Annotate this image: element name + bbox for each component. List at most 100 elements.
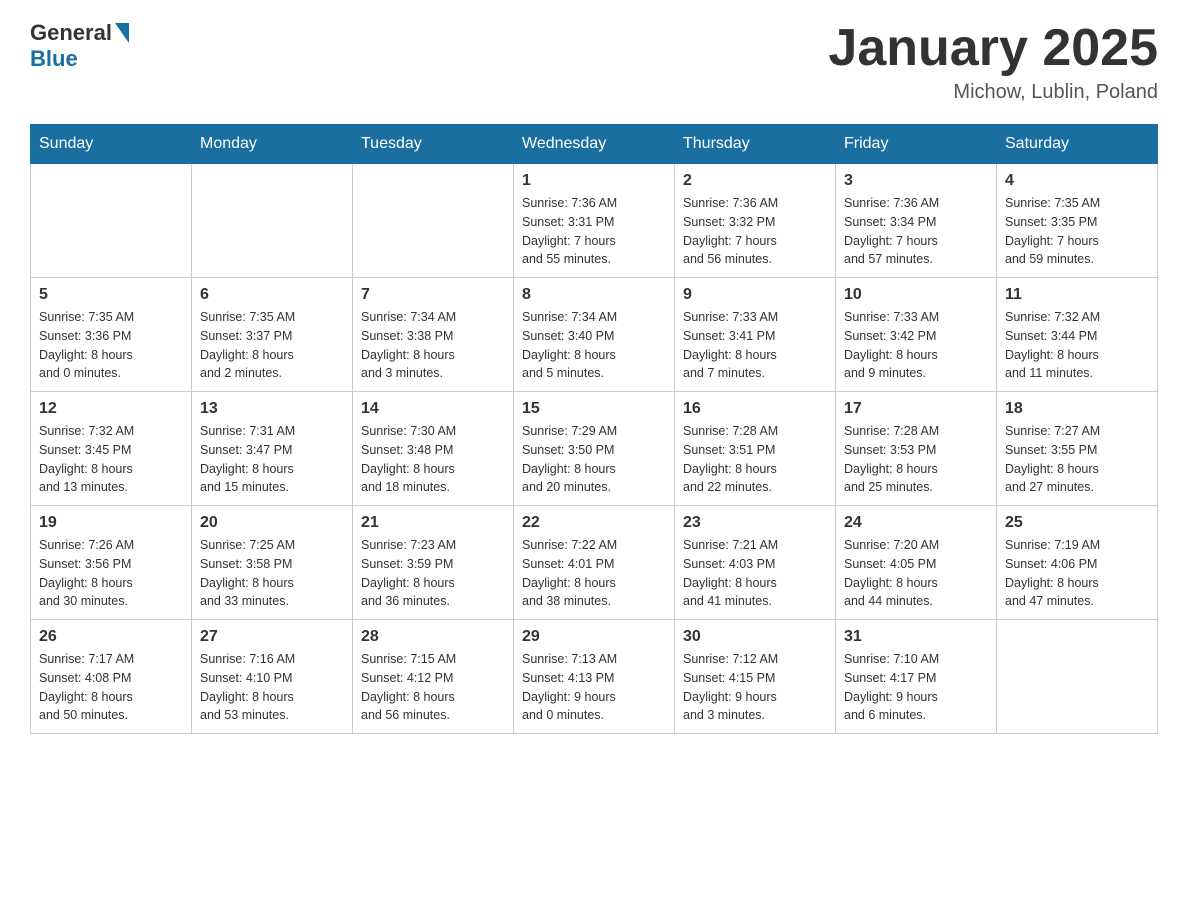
day-number: 20 [200, 514, 344, 532]
calendar-cell: 10 Sunrise: 7:33 AMSunset: 3:42 PMDayligh… [836, 278, 997, 392]
day-number: 27 [200, 628, 344, 646]
day-info: Sunrise: 7:12 AMSunset: 4:15 PMDaylight:… [683, 650, 827, 725]
day-number: 4 [1005, 172, 1149, 190]
calendar-week-5: 26 Sunrise: 7:17 AMSunset: 4:08 PMDayligh… [31, 620, 1158, 734]
day-number: 12 [39, 400, 183, 418]
day-number: 14 [361, 400, 505, 418]
day-info: Sunrise: 7:29 AMSunset: 3:50 PMDaylight:… [522, 422, 666, 497]
day-number: 30 [683, 628, 827, 646]
col-header-monday: Monday [192, 125, 353, 164]
calendar-cell: 31 Sunrise: 7:10 AMSunset: 4:17 PMDayligh… [836, 620, 997, 734]
calendar-cell: 16Sunrise: 7:28 AMSunset: 3:51 PMDayligh… [675, 392, 836, 506]
day-number: 1 [522, 172, 666, 190]
calendar-cell: 3 Sunrise: 7:36 AMSunset: 3:34 PMDaylight… [836, 164, 997, 278]
day-info: Sunrise: 7:23 AMSunset: 3:59 PMDaylight:… [361, 536, 505, 611]
day-number: 9 [683, 286, 827, 304]
day-number: 21 [361, 514, 505, 532]
day-info: Sunrise: 7:36 AMSunset: 3:32 PMDaylight:… [683, 194, 827, 269]
calendar-cell: 17Sunrise: 7:28 AMSunset: 3:53 PMDayligh… [836, 392, 997, 506]
col-header-sunday: Sunday [31, 125, 192, 164]
day-info: Sunrise: 7:31 AMSunset: 3:47 PMDaylight:… [200, 422, 344, 497]
logo-general-text: General [30, 20, 112, 46]
day-number: 10 [844, 286, 988, 304]
day-number: 11 [1005, 286, 1149, 304]
day-info: Sunrise: 7:35 AMSunset: 3:35 PMDaylight:… [1005, 194, 1149, 269]
logo-blue-text: Blue [30, 46, 78, 72]
day-number: 31 [844, 628, 988, 646]
day-number: 15 [522, 400, 666, 418]
day-info: Sunrise: 7:36 AMSunset: 3:31 PMDaylight:… [522, 194, 666, 269]
location-text: Michow, Lublin, Poland [828, 81, 1158, 104]
col-header-saturday: Saturday [997, 125, 1158, 164]
title-block: January 2025 Michow, Lublin, Poland [828, 20, 1158, 104]
day-number: 3 [844, 172, 988, 190]
calendar-cell [353, 164, 514, 278]
day-info: Sunrise: 7:35 AMSunset: 3:37 PMDaylight:… [200, 308, 344, 383]
day-info: Sunrise: 7:33 AMSunset: 3:42 PMDaylight:… [844, 308, 988, 383]
calendar-cell: 1 Sunrise: 7:36 AMSunset: 3:31 PMDaylight… [514, 164, 675, 278]
day-info: Sunrise: 7:17 AMSunset: 4:08 PMDaylight:… [39, 650, 183, 725]
day-info: Sunrise: 7:33 AMSunset: 3:41 PMDaylight:… [683, 308, 827, 383]
col-header-thursday: Thursday [675, 125, 836, 164]
col-header-tuesday: Tuesday [353, 125, 514, 164]
calendar-cell: 13 Sunrise: 7:31 AMSunset: 3:47 PMDayligh… [192, 392, 353, 506]
calendar-cell: 30 Sunrise: 7:12 AMSunset: 4:15 PMDayligh… [675, 620, 836, 734]
calendar-cell [997, 620, 1158, 734]
calendar-cell: 27 Sunrise: 7:16 AMSunset: 4:10 PMDayligh… [192, 620, 353, 734]
day-info: Sunrise: 7:30 AMSunset: 3:48 PMDaylight:… [361, 422, 505, 497]
day-number: 29 [522, 628, 666, 646]
day-number: 16 [683, 400, 827, 418]
calendar-cell: 23Sunrise: 7:21 AMSunset: 4:03 PMDayligh… [675, 506, 836, 620]
day-info: Sunrise: 7:28 AMSunset: 3:53 PMDaylight:… [844, 422, 988, 497]
calendar-header-row: SundayMondayTuesdayWednesdayThursdayFrid… [31, 125, 1158, 164]
day-number: 18 [1005, 400, 1149, 418]
calendar-cell: 29 Sunrise: 7:13 AMSunset: 4:13 PMDayligh… [514, 620, 675, 734]
page-header: General Blue January 2025 Michow, Lublin… [30, 20, 1158, 104]
day-info: Sunrise: 7:19 AMSunset: 4:06 PMDaylight:… [1005, 536, 1149, 611]
day-number: 8 [522, 286, 666, 304]
calendar-cell: 26 Sunrise: 7:17 AMSunset: 4:08 PMDayligh… [31, 620, 192, 734]
calendar-cell: 19 Sunrise: 7:26 AMSunset: 3:56 PMDayligh… [31, 506, 192, 620]
day-number: 25 [1005, 514, 1149, 532]
day-info: Sunrise: 7:27 AMSunset: 3:55 PMDaylight:… [1005, 422, 1149, 497]
calendar-cell: 20 Sunrise: 7:25 AMSunset: 3:58 PMDayligh… [192, 506, 353, 620]
day-info: Sunrise: 7:13 AMSunset: 4:13 PMDaylight:… [522, 650, 666, 725]
day-number: 6 [200, 286, 344, 304]
month-title: January 2025 [828, 20, 1158, 77]
calendar-cell: 6 Sunrise: 7:35 AMSunset: 3:37 PMDaylight… [192, 278, 353, 392]
day-info: Sunrise: 7:34 AMSunset: 3:38 PMDaylight:… [361, 308, 505, 383]
calendar-week-3: 12 Sunrise: 7:32 AMSunset: 3:45 PMDayligh… [31, 392, 1158, 506]
calendar-week-1: 1 Sunrise: 7:36 AMSunset: 3:31 PMDaylight… [31, 164, 1158, 278]
logo: General Blue [30, 20, 131, 72]
logo-triangle-icon [115, 23, 129, 43]
calendar-week-4: 19 Sunrise: 7:26 AMSunset: 3:56 PMDayligh… [31, 506, 1158, 620]
day-number: 23 [683, 514, 827, 532]
day-number: 28 [361, 628, 505, 646]
calendar-cell: 12 Sunrise: 7:32 AMSunset: 3:45 PMDayligh… [31, 392, 192, 506]
col-header-friday: Friday [836, 125, 997, 164]
day-info: Sunrise: 7:16 AMSunset: 4:10 PMDaylight:… [200, 650, 344, 725]
calendar-cell [31, 164, 192, 278]
day-number: 2 [683, 172, 827, 190]
day-info: Sunrise: 7:26 AMSunset: 3:56 PMDaylight:… [39, 536, 183, 611]
calendar-cell: 4 Sunrise: 7:35 AMSunset: 3:35 PMDaylight… [997, 164, 1158, 278]
day-info: Sunrise: 7:36 AMSunset: 3:34 PMDaylight:… [844, 194, 988, 269]
day-info: Sunrise: 7:20 AMSunset: 4:05 PMDaylight:… [844, 536, 988, 611]
day-info: Sunrise: 7:10 AMSunset: 4:17 PMDaylight:… [844, 650, 988, 725]
day-info: Sunrise: 7:34 AMSunset: 3:40 PMDaylight:… [522, 308, 666, 383]
day-number: 13 [200, 400, 344, 418]
calendar-table: SundayMondayTuesdayWednesdayThursdayFrid… [30, 124, 1158, 734]
calendar-cell: 21 Sunrise: 7:23 AMSunset: 3:59 PMDayligh… [353, 506, 514, 620]
day-number: 5 [39, 286, 183, 304]
day-number: 26 [39, 628, 183, 646]
calendar-cell: 25 Sunrise: 7:19 AMSunset: 4:06 PMDayligh… [997, 506, 1158, 620]
day-info: Sunrise: 7:32 AMSunset: 3:45 PMDaylight:… [39, 422, 183, 497]
calendar-cell: 9 Sunrise: 7:33 AMSunset: 3:41 PMDaylight… [675, 278, 836, 392]
calendar-cell [192, 164, 353, 278]
calendar-cell: 8 Sunrise: 7:34 AMSunset: 3:40 PMDaylight… [514, 278, 675, 392]
day-number: 19 [39, 514, 183, 532]
day-info: Sunrise: 7:25 AMSunset: 3:58 PMDaylight:… [200, 536, 344, 611]
calendar-cell: 5Sunrise: 7:35 AMSunset: 3:36 PMDaylight… [31, 278, 192, 392]
day-number: 24 [844, 514, 988, 532]
day-info: Sunrise: 7:15 AMSunset: 4:12 PMDaylight:… [361, 650, 505, 725]
